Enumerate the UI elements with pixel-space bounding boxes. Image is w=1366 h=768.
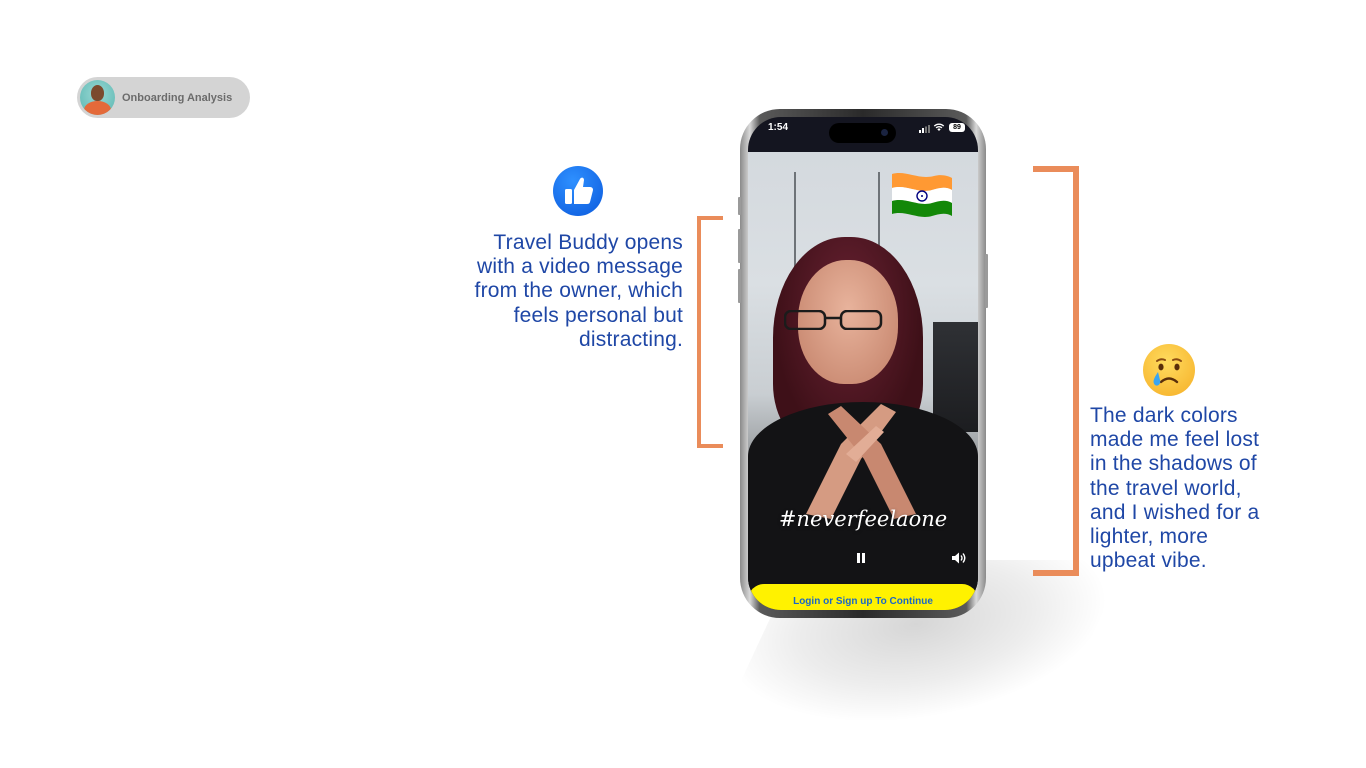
- left-bracket: [697, 216, 723, 448]
- wifi-icon: [933, 123, 945, 131]
- battery-icon: 89: [949, 123, 965, 132]
- phone-mockup: 1:54 89 #neverfeelaone Login or Sign up …: [738, 109, 988, 618]
- annotation-line: the travel world,: [1090, 476, 1242, 500]
- action-button: [738, 197, 741, 215]
- annotation-line: The dark colors: [1090, 404, 1238, 427]
- phone-screen: 1:54 89 #neverfeelaone Login or Sign up …: [748, 117, 978, 610]
- annotation-line: distracting.: [579, 327, 683, 351]
- negative-annotation: The dark colors made me feel lost in the…: [1090, 404, 1290, 573]
- annotation-line: from the owner, which: [474, 279, 683, 303]
- annotation-line: lighter, more: [1090, 525, 1209, 549]
- status-bar: 1:54 89: [748, 117, 978, 152]
- annotation-line: with a video message: [477, 255, 683, 279]
- badge-label: Onboarding Analysis: [122, 91, 233, 104]
- volume-up-button: [738, 229, 741, 263]
- positive-annotation: Travel Buddy opens with a video message …: [425, 231, 683, 352]
- power-button: [985, 254, 988, 308]
- login-signup-button[interactable]: Login or Sign up To Continue: [748, 584, 978, 610]
- annotation-line: upbeat vibe.: [1090, 549, 1207, 573]
- annotation-line: Travel Buddy opens: [493, 231, 683, 254]
- onboarding-analysis-badge: Onboarding Analysis: [77, 77, 250, 118]
- annotation-line: made me feel lost: [1090, 428, 1260, 452]
- avatar: [80, 80, 115, 115]
- thumbs-up-icon: [553, 166, 603, 216]
- annotation-line: and I wished for a: [1090, 500, 1260, 524]
- volume-down-button: [738, 269, 741, 303]
- crying-face-icon: [1143, 344, 1195, 396]
- status-time: 1:54: [768, 122, 789, 133]
- india-flag-icon: [892, 173, 952, 217]
- volume-icon[interactable]: [951, 551, 967, 565]
- hashtag-overlay: #neverfeelaone: [778, 507, 948, 531]
- right-bracket: [1033, 166, 1079, 576]
- pause-icon[interactable]: [857, 553, 865, 563]
- glasses: [784, 310, 883, 330]
- signal-icon: [919, 125, 930, 133]
- owner-video[interactable]: #neverfeelaone: [748, 152, 978, 592]
- crossed-hands: [806, 404, 916, 519]
- annotation-line: in the shadows of: [1090, 452, 1257, 476]
- dynamic-island: [829, 123, 896, 143]
- annotation-line: feels personal but: [513, 303, 683, 327]
